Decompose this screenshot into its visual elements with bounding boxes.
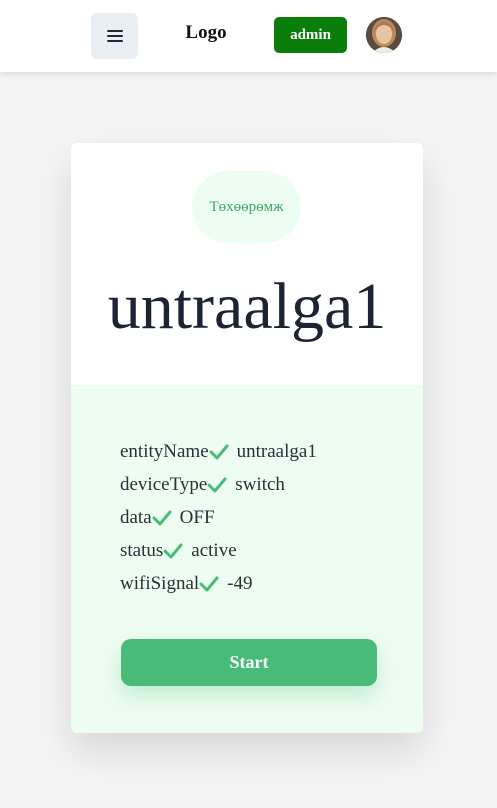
device-details-panel: entityName untraalga1 deviceType switch … — [71, 385, 423, 733]
property-value: OFF — [179, 506, 215, 528]
user-avatar[interactable] — [366, 17, 402, 53]
property-key: wifiSignal — [120, 572, 200, 594]
property-key: deviceType — [120, 473, 208, 495]
property-value: untraalga1 — [236, 440, 317, 462]
check-icon — [207, 477, 227, 492]
property-row-data: data OFF — [120, 501, 317, 534]
start-button[interactable]: Start — [121, 639, 377, 686]
property-value: switch — [235, 473, 285, 495]
admin-button[interactable]: admin — [274, 17, 347, 53]
property-key: status — [120, 539, 164, 561]
top-navbar: Logo admin — [0, 0, 497, 72]
device-type-badge: Төхөөрөмж — [192, 171, 301, 243]
property-row-wifiSignal: wifiSignal -49 — [120, 567, 317, 600]
avatar-image — [366, 17, 402, 53]
check-icon — [209, 444, 229, 459]
property-value: -49 — [227, 572, 253, 594]
property-list: entityName untraalga1 deviceType switch … — [120, 435, 317, 600]
menu-button[interactable] — [91, 13, 138, 59]
logo[interactable]: Logo — [176, 22, 236, 44]
check-icon — [199, 576, 219, 591]
device-name-title: untraalga1 — [107, 270, 387, 343]
check-icon — [163, 543, 183, 558]
property-row-status: status active — [120, 534, 317, 567]
property-key: data — [120, 506, 152, 528]
property-row-deviceType: deviceType switch — [120, 468, 317, 501]
hamburger-menu-icon — [106, 30, 123, 42]
property-value: active — [191, 539, 237, 561]
device-card: Төхөөрөмж untraalga1 entityName untraalg… — [71, 143, 423, 733]
property-key: entityName — [120, 440, 209, 462]
check-icon — [152, 510, 172, 525]
property-row-entityName: entityName untraalga1 — [120, 435, 317, 468]
